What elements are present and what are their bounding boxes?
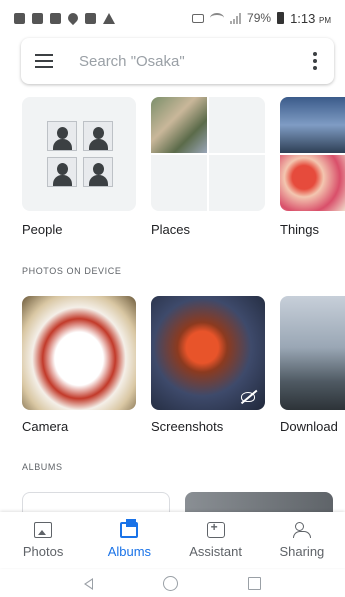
backup-off-icon (241, 392, 255, 402)
things-label[interactable]: Things (280, 222, 319, 237)
download-folder-thumbnail[interactable] (280, 296, 345, 410)
clock: 1:13 PM (290, 11, 331, 26)
nav-albums[interactable]: Albums (86, 512, 172, 568)
things-tile[interactable] (280, 97, 345, 211)
recents-icon[interactable] (248, 577, 261, 590)
empty-slot (151, 155, 207, 211)
image-icon (50, 12, 61, 24)
person-icon (47, 157, 77, 187)
screenshots-folder-thumbnail[interactable] (151, 296, 265, 410)
status-bar: 79% 1:13 PM (0, 0, 345, 36)
albums-icon (120, 518, 139, 538)
bottom-navigation: Photos Albums Assistant Sharing (0, 512, 345, 568)
camera-folder-thumbnail[interactable] (22, 296, 136, 410)
screenshots-folder-label[interactable]: Screenshots (151, 419, 223, 434)
assistant-icon (206, 520, 225, 538)
nav-photos[interactable]: Photos (0, 512, 86, 568)
system-indicators: 79% 1:13 PM (192, 11, 331, 26)
search-input[interactable]: Search "Osaka" (79, 53, 310, 70)
signal-icon (230, 12, 242, 24)
nav-label: Assistant (189, 543, 242, 559)
empty-slot (209, 97, 265, 153)
places-label[interactable]: Places (151, 222, 190, 237)
clock-suffix: PM (319, 15, 331, 25)
menu-icon[interactable] (35, 54, 53, 68)
nav-label: Albums (107, 543, 152, 559)
sharing-icon (292, 521, 311, 538)
section-header-photos-on-device: PHOTOS ON DEVICE (22, 266, 122, 276)
lock-icon (85, 12, 96, 24)
section-header-albums: ALBUMS (22, 462, 63, 472)
notification-icon (14, 12, 25, 24)
notification-icon (32, 12, 43, 24)
clock-time: 1:13 (290, 10, 316, 26)
flag-icon (103, 12, 115, 24)
vibrate-icon (192, 13, 205, 23)
person-icon (83, 121, 113, 151)
person-icon (47, 121, 77, 151)
empty-slot (209, 155, 265, 211)
things-photo (280, 97, 345, 153)
wifi-icon (210, 13, 225, 23)
nav-label: Photos (22, 543, 64, 559)
things-photo (280, 155, 345, 211)
back-icon[interactable] (84, 577, 93, 590)
home-icon[interactable] (163, 576, 178, 591)
system-navigation (0, 570, 345, 597)
search-bar[interactable]: Search "Osaka" (21, 38, 334, 84)
places-thumbnail-grid (151, 97, 265, 211)
battery-icon (277, 12, 285, 24)
nav-assistant[interactable]: Assistant (173, 512, 259, 568)
notification-icons (14, 10, 115, 26)
places-tile[interactable] (151, 97, 265, 211)
camera-folder-label[interactable]: Camera (22, 419, 68, 434)
more-options-icon[interactable] (310, 52, 320, 70)
location-icon (65, 10, 81, 26)
person-icon (83, 157, 113, 187)
photo-icon (34, 521, 53, 538)
people-label[interactable]: People (22, 222, 62, 237)
nav-sharing[interactable]: Sharing (259, 512, 345, 568)
battery-percent: 79% (247, 11, 272, 25)
people-thumbnail-grid (47, 121, 113, 187)
things-thumbnail-grid (280, 97, 345, 211)
place-photo (151, 97, 207, 153)
download-folder-label[interactable]: Download (280, 419, 338, 434)
people-tile[interactable] (22, 97, 136, 211)
nav-label: Sharing (279, 543, 325, 559)
